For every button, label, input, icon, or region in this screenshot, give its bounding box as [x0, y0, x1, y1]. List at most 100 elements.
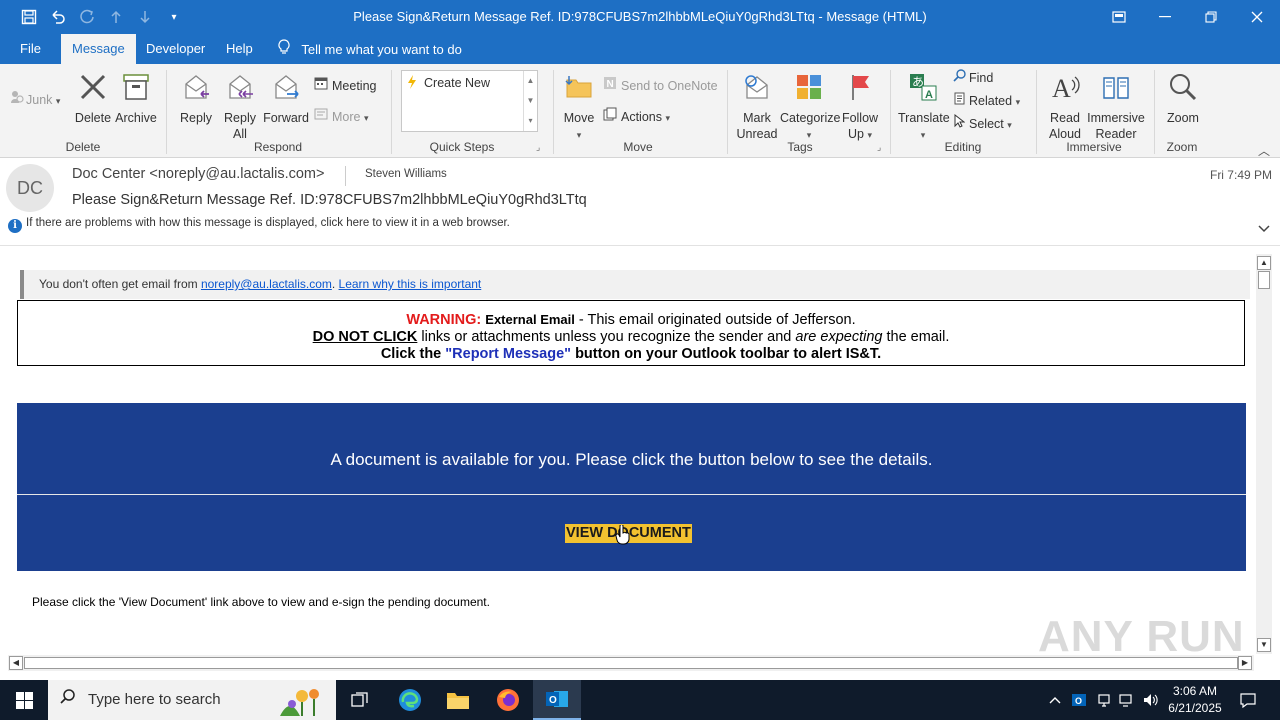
- related-button[interactable]: Related ▾: [953, 91, 1020, 111]
- forward-button[interactable]: Forward: [263, 72, 309, 126]
- follow-up-button[interactable]: Follow Up ▾: [840, 72, 880, 143]
- move-button[interactable]: Move ▾: [560, 72, 598, 143]
- windows-start-icon[interactable]: [0, 680, 48, 720]
- tab-developer[interactable]: Developer: [135, 34, 216, 64]
- taskbar-search[interactable]: Type here to search: [48, 680, 336, 720]
- info-icon: i: [8, 219, 22, 233]
- select-label: Select: [969, 117, 1004, 131]
- redo-icon[interactable]: [72, 0, 102, 34]
- recipient[interactable]: Steven Williams: [365, 168, 447, 180]
- quick-steps-scroll[interactable]: ▲ ▼ ▾: [523, 71, 537, 131]
- select-button[interactable]: Select ▾: [953, 113, 1012, 134]
- flowers-decoration-icon: [270, 686, 330, 720]
- svg-text:A: A: [925, 89, 933, 101]
- quick-steps-gallery[interactable]: Create New ▲ ▼ ▾: [401, 70, 538, 132]
- find-button[interactable]: Find: [953, 68, 993, 88]
- more-label: More: [332, 110, 361, 124]
- notice-separator: .: [331, 277, 339, 291]
- related-icon: [953, 91, 969, 111]
- tell-me-search[interactable]: Tell me what you want to do: [278, 34, 462, 64]
- archive-icon: [114, 72, 158, 106]
- save-icon[interactable]: [14, 0, 44, 34]
- next-item-icon[interactable]: [130, 0, 160, 34]
- categorize-icon: [780, 72, 838, 106]
- ribbon-separator: [1036, 70, 1037, 154]
- vertical-scrollbar[interactable]: ▲ ▼: [1256, 254, 1272, 654]
- group-label-quick-steps: Quick Steps: [429, 140, 495, 154]
- collapse-ribbon-icon[interactable]: ︿: [1258, 142, 1270, 159]
- info-bar[interactable]: i If there are problems with how this mes…: [8, 217, 510, 233]
- quick-step-create-new[interactable]: Create New: [424, 76, 490, 90]
- archive-button[interactable]: Archive: [114, 72, 158, 126]
- restore-icon[interactable]: [1188, 0, 1234, 34]
- reply-button[interactable]: Reply: [176, 72, 216, 126]
- horizontal-scroll-thumb[interactable]: [24, 657, 1238, 669]
- learn-why-link[interactable]: Learn why this is important: [339, 277, 482, 291]
- message-header: DC Doc Center <noreply@au.lactalis.com> …: [0, 158, 1280, 246]
- read-aloud-button[interactable]: A Read Aloud: [1043, 72, 1087, 142]
- device-tray-icon[interactable]: [1094, 680, 1114, 720]
- translate-button[interactable]: あA Translate ▾: [898, 72, 950, 143]
- zoom-label: Zoom: [1167, 111, 1199, 125]
- immersive-reader-button[interactable]: Immersive Reader: [1087, 72, 1145, 142]
- group-label-respond: Respond: [253, 140, 303, 154]
- delete-button[interactable]: Delete: [73, 72, 113, 126]
- expand-header-icon[interactable]: [1258, 220, 1270, 236]
- outlook-tray-icon[interactable]: O: [1068, 680, 1090, 720]
- zoom-button[interactable]: Zoom: [1162, 72, 1204, 126]
- notification-center-icon[interactable]: [1236, 680, 1260, 720]
- send-to-onenote-button[interactable]: N Send to OneNote: [603, 76, 718, 96]
- move-label: Move: [563, 111, 595, 125]
- scroll-left-icon[interactable]: ◀: [9, 656, 23, 670]
- task-view-icon[interactable]: [336, 680, 384, 720]
- sender[interactable]: Doc Center <noreply@au.lactalis.com>: [72, 166, 324, 182]
- reply-all-button[interactable]: Reply All: [220, 72, 260, 142]
- actions-button[interactable]: Actions ▾: [603, 107, 670, 127]
- ribbon-display-icon[interactable]: [1096, 0, 1142, 34]
- file-explorer-icon[interactable]: [434, 680, 482, 720]
- more-respond-button[interactable]: More ▾: [314, 107, 369, 127]
- horizontal-scrollbar[interactable]: ◀ ▶: [8, 655, 1254, 671]
- customize-toolbar-icon[interactable]: ▾: [159, 0, 189, 34]
- view-document-banner: VIEW DOCUMENT: [17, 495, 1246, 571]
- notice-email-link[interactable]: noreply@au.lactalis.com: [201, 277, 332, 291]
- meeting-button[interactable]: Meeting: [314, 76, 376, 96]
- volume-icon[interactable]: [1140, 680, 1162, 720]
- external-email-label: External Email: [485, 312, 575, 327]
- warning-line2-b: the email.: [882, 329, 950, 345]
- taskbar-clock[interactable]: 3:06 AM 6/21/2025: [1160, 683, 1230, 717]
- dialog-launcher-icon[interactable]: ⌟: [877, 142, 881, 153]
- ribbon-tab-bar: File Message Developer Help Tell me what…: [0, 34, 1280, 64]
- mark-unread-button[interactable]: Mark Unread: [734, 72, 780, 142]
- search-icon: [60, 680, 76, 720]
- outlook-taskbar-icon[interactable]: O: [533, 680, 581, 720]
- actions-label: Actions: [621, 110, 662, 124]
- tab-message[interactable]: Message: [61, 34, 136, 64]
- close-icon[interactable]: [1234, 0, 1280, 34]
- tab-help[interactable]: Help: [215, 34, 264, 64]
- folder-move-icon: [560, 72, 598, 106]
- undo-icon[interactable]: [43, 0, 73, 34]
- vertical-scroll-thumb[interactable]: [1258, 271, 1270, 289]
- firefox-icon[interactable]: [484, 680, 532, 720]
- junk-icon: [10, 90, 26, 110]
- categorize-button[interactable]: Categorize ▾: [780, 72, 840, 143]
- minimize-icon[interactable]: [1142, 0, 1188, 34]
- show-hidden-icons-icon[interactable]: [1046, 680, 1064, 720]
- sender-notice: You don't often get email from noreply@a…: [20, 270, 1250, 299]
- previous-item-icon[interactable]: [101, 0, 131, 34]
- find-label: Find: [969, 71, 994, 85]
- dialog-launcher-icon[interactable]: ⌟: [536, 142, 540, 153]
- junk-button[interactable]: Junk ▾: [10, 90, 60, 110]
- edge-browser-icon[interactable]: [386, 680, 434, 720]
- network-icon[interactable]: [1116, 680, 1138, 720]
- group-label-zoom: Zoom: [1166, 140, 1198, 154]
- scroll-right-icon[interactable]: ▶: [1238, 656, 1252, 670]
- tab-file[interactable]: File: [9, 34, 52, 64]
- translate-label: Translate: [898, 111, 950, 125]
- scroll-down-icon[interactable]: ▼: [1257, 638, 1271, 652]
- scroll-up-icon[interactable]: ▲: [1257, 256, 1271, 270]
- group-label-move: Move: [623, 140, 653, 154]
- forward-label: Forward: [263, 111, 309, 125]
- flag-icon: [840, 72, 880, 106]
